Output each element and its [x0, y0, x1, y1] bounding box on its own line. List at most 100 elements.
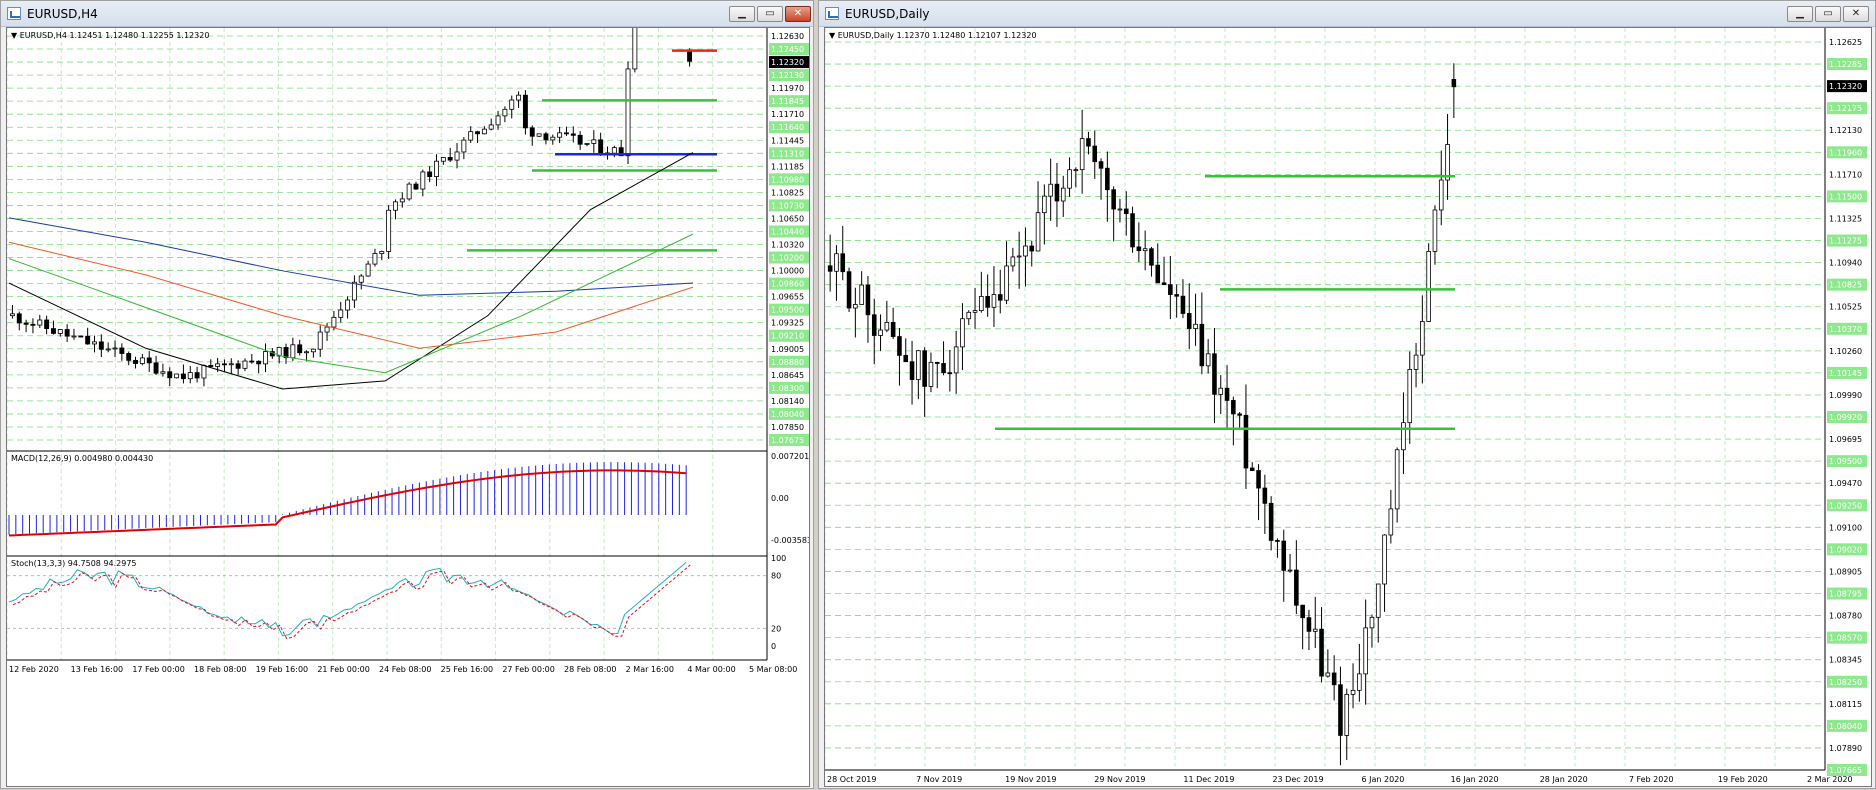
candle-body	[187, 372, 193, 380]
candle-body	[979, 296, 984, 312]
price-label: 1.11325	[1829, 214, 1862, 223]
price-label: 1.07675	[771, 436, 804, 445]
price-label: 1.12320	[1829, 82, 1862, 91]
candle-body	[386, 209, 392, 252]
candle-body	[1325, 672, 1331, 677]
candle-body	[338, 309, 344, 318]
candle-body	[1357, 673, 1362, 691]
time-label: 17 Feb 00:00	[132, 665, 184, 674]
price-label: 1.11960	[1829, 148, 1862, 157]
maximize-button[interactable]: ▭	[1815, 6, 1841, 22]
candle-body	[1111, 189, 1116, 210]
candle-body	[78, 335, 84, 338]
candle-body	[1369, 616, 1375, 629]
candle-body	[215, 363, 221, 367]
stoch-scale-label: 80	[771, 572, 781, 581]
price-label: 1.10200	[771, 254, 804, 263]
price-label: 1.08250	[1829, 678, 1862, 687]
price-label: 1.08570	[1829, 634, 1862, 643]
close-button[interactable]: ✕	[1843, 6, 1869, 22]
candle-body	[1438, 179, 1444, 211]
time-label: 19 Nov 2019	[1005, 775, 1056, 784]
price-label: 1.11640	[771, 123, 804, 132]
h4-chart-canvas[interactable]: 1.12630 1.12450 1.12320 1.12130 1.11970 1.118…	[6, 0, 812, 786]
price-label: 1.11970	[771, 84, 804, 93]
price-label: 1.12630	[771, 32, 804, 41]
price-label: 1.11445	[771, 136, 804, 145]
candle-body	[1300, 604, 1305, 619]
candle-body	[1117, 208, 1123, 211]
daily-chart-canvas[interactable]: 1.12625 1.12285 1.12320 1.12175 1.12130 1.119…	[824, 28, 1871, 786]
price-label: 1.10525	[1829, 303, 1862, 312]
time-label: 6 Jan 2020	[1362, 775, 1405, 784]
candle-body	[1023, 245, 1028, 257]
candle-body	[1420, 321, 1425, 356]
candle-body	[897, 336, 902, 356]
candle-body	[584, 142, 590, 145]
candle-body	[1199, 323, 1205, 367]
candle-body	[468, 131, 474, 141]
candle-body	[890, 322, 896, 337]
price-label: 1.12130	[1829, 126, 1862, 135]
candle-body	[516, 94, 522, 101]
candle-body	[947, 372, 953, 375]
candle-body	[406, 183, 412, 200]
candle-body	[1312, 628, 1318, 632]
candle-body	[625, 68, 631, 157]
candle-body	[379, 251, 385, 254]
minimize-button[interactable]: ▁	[1787, 6, 1813, 22]
candle-body	[1105, 167, 1110, 191]
price-label: 1.08115	[1829, 700, 1862, 709]
candle-body	[393, 201, 398, 211]
candle-body	[30, 323, 36, 326]
candle-body	[1394, 449, 1400, 510]
candle-body	[16, 313, 22, 324]
candle-body	[928, 361, 934, 387]
candle-body	[871, 314, 877, 336]
price-label: 1.10825	[1829, 281, 1862, 290]
price-label: 1.12285	[1829, 60, 1862, 69]
candle-body	[263, 351, 268, 365]
candle-body	[1413, 354, 1419, 370]
candle-body	[598, 139, 604, 154]
time-label: 16 Jan 2020	[1451, 775, 1499, 784]
stoch-label: Stoch(13,3,3) 94.7508 94.2975	[11, 559, 137, 568]
price-label: 1.11185	[771, 162, 804, 171]
price-label: 1.09655	[771, 293, 804, 302]
candle-body	[71, 335, 77, 338]
price-label: 1.08140	[771, 397, 804, 406]
candle-body	[1262, 487, 1268, 504]
minimize-button[interactable]: ▁	[729, 6, 755, 22]
price-label: 1.09695	[1829, 435, 1862, 444]
title-bar[interactable]: EURUSD,H4 ▁ ▭ ✕	[1, 1, 813, 27]
price-label: 1.10260	[1829, 347, 1862, 356]
candle-body	[591, 139, 597, 144]
candle-body	[991, 294, 997, 308]
candle-body	[98, 341, 104, 350]
candle-body	[972, 310, 978, 313]
price-label: 1.09005	[771, 345, 804, 354]
right-chart-window: EURUSD,Daily ▁ ▭ ✕ 1.12625 1.12285 1.12320…	[818, 0, 1876, 789]
candle-body	[44, 319, 50, 329]
chart-area[interactable]: 1.12625 1.12285 1.12320 1.12175 1.12130 1.119…	[824, 27, 1872, 787]
candle-body	[564, 132, 569, 135]
candle-body	[1054, 183, 1060, 202]
candle-body	[242, 360, 248, 369]
maximize-button[interactable]: ▭	[757, 6, 783, 22]
candle-body	[235, 363, 241, 369]
candle-body	[420, 171, 426, 190]
candle-body	[1010, 256, 1016, 267]
macd-scale-label: 0.007201	[771, 452, 809, 461]
chart-window-icon	[7, 7, 21, 20]
close-button[interactable]: ✕	[785, 6, 811, 22]
title-bar[interactable]: EURUSD,Daily ▁ ▭ ✕	[819, 1, 1875, 27]
time-label: 5 Mar 08:00	[749, 665, 797, 674]
price-label: 1.10145	[1829, 369, 1862, 378]
candle-body	[577, 134, 583, 145]
candle-body	[413, 183, 419, 190]
candle-body	[351, 281, 357, 301]
chart-area[interactable]: 1.12630 1.12450 1.12320 1.12130 1.11970 1.118…	[6, 0, 812, 787]
candle-body	[1180, 295, 1186, 314]
candle-body	[1331, 672, 1337, 686]
candle-body	[840, 253, 846, 273]
